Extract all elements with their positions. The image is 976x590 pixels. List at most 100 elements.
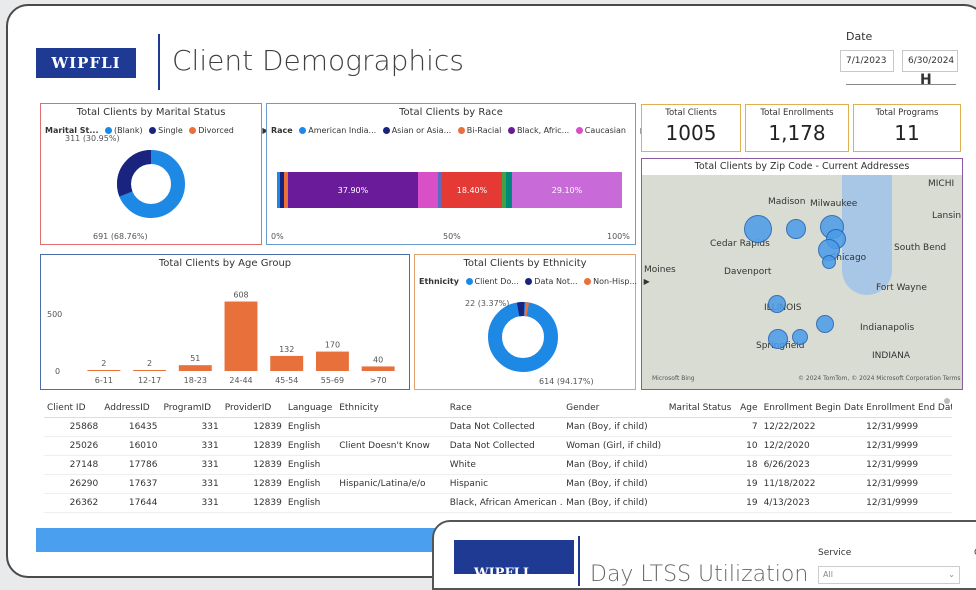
overlapping-report-window[interactable]: WIPFLI Day LTSS Utilization Service All ⌄… [432, 520, 976, 590]
page-title: Client Demographics [172, 44, 464, 77]
marital-status-panel: Total Clients by Marital Status Marital … [40, 103, 269, 245]
date-start-input[interactable]: 7/1/2023 [840, 50, 894, 72]
table-cell: 12839 [253, 479, 282, 489]
race-legend: Race American India... Asian or Asia... … [271, 126, 647, 135]
table-cell: 17644 [128, 498, 158, 508]
map-bubble[interactable] [816, 315, 834, 333]
table-row[interactable]: 25026 16010 331 12839 English Client Doesn't … [44, 437, 952, 456]
map-city-label: Milwaukee [810, 199, 858, 209]
legend-item[interactable]: American India... [308, 126, 376, 135]
column-header[interactable]: Ethnicity [336, 403, 447, 413]
marital-donut[interactable] [115, 148, 187, 220]
map-bubble[interactable] [768, 329, 788, 349]
race-bar-segment[interactable]: 37.90% [288, 172, 418, 208]
map-bubble[interactable] [822, 255, 836, 269]
legend-item[interactable]: Non-Hisp... [593, 277, 637, 286]
legend-item[interactable]: Client Do... [475, 277, 519, 286]
legend-item[interactable]: Asian or Asia... [392, 126, 452, 135]
age-bar[interactable] [224, 301, 258, 371]
race-bar-segment[interactable]: 29.10% [512, 172, 622, 208]
y-axis-tick: 500 [47, 310, 63, 319]
overlay-logo: WIPFLI [474, 566, 529, 581]
ethnicity-panel: Total Clients by Ethnicity Ethnicity Cli… [414, 254, 650, 390]
donut-label-bottom: 614 (94.17%) [539, 377, 594, 386]
map-bubble[interactable] [768, 295, 786, 313]
table-body: 25868 16435 331 12839 English Data Not Collec… [44, 418, 952, 513]
age-bar[interactable] [133, 370, 167, 371]
table-cell: 331 [201, 422, 219, 432]
table-row[interactable]: 26362 17644 331 12839 English Black, African … [44, 494, 952, 513]
zip-code-map[interactable]: Total Clients by Zip Code - Current Addr… [641, 158, 963, 390]
age-category-label: >70 [370, 376, 387, 385]
column-header[interactable]: Race [447, 403, 563, 413]
age-bar[interactable] [87, 370, 121, 371]
table-cell: Black, African American ... [449, 498, 564, 508]
donut-label-top: 311 (30.95%) [65, 134, 120, 143]
date-slider-track[interactable] [846, 84, 956, 85]
race-stacked-bar[interactable]: 37.90% 18.40% 29.10% [277, 172, 622, 208]
race-bar-segment[interactable] [418, 172, 438, 208]
race-axis-tick: 0% [271, 232, 284, 241]
table-row[interactable]: 25868 16435 331 12839 English Data Not Collec… [44, 418, 952, 437]
table-cell: 12839 [253, 498, 282, 508]
map-city-label: Lansin [932, 211, 962, 221]
map-bubble[interactable] [786, 219, 806, 239]
age-bar[interactable] [315, 351, 349, 371]
age-group-chart[interactable]: 2 6-11 2 12-17 51 18-23 608 24-44 132 45-54 170 55-… [81, 279, 401, 389]
legend-item[interactable]: Data Not... [534, 277, 577, 286]
y-axis-tick: 0 [55, 367, 61, 376]
table-cell: 17637 [128, 479, 158, 489]
map-city-label: Fort Wayne [876, 283, 927, 293]
table-row[interactable]: 27148 17786 331 12839 English White Man (Boy, … [44, 456, 952, 475]
map-city-label: Indianapolis [860, 323, 915, 333]
table-cell: English [287, 422, 321, 432]
age-bar[interactable] [270, 355, 304, 371]
ethnicity-donut[interactable] [485, 299, 561, 375]
table-cell: 12/22/2022 [763, 422, 816, 432]
race-title: Total Clients by Race [399, 107, 503, 118]
legend-item[interactable]: Caucasian [585, 126, 626, 135]
column-header[interactable]: Client ID [44, 403, 101, 413]
column-header[interactable]: Enrollment Begin Date [761, 403, 864, 413]
kpi-label: Total Programs [875, 108, 939, 118]
table-cell: 25868 [69, 422, 99, 432]
date-slider-handle[interactable]: H [920, 72, 932, 88]
table-cell: Hispanic [449, 479, 489, 489]
legend-item[interactable]: Bi-Racial [467, 126, 502, 135]
race-panel: Total Clients by Race Race American Indi… [266, 103, 647, 245]
column-header[interactable]: Age [737, 403, 761, 413]
age-bar[interactable] [361, 366, 395, 371]
column-header[interactable]: ProgramID [161, 403, 222, 413]
column-header[interactable]: ProviderID [222, 403, 285, 413]
age-bar[interactable] [178, 365, 212, 371]
date-end-input[interactable]: 6/30/2024 [902, 50, 958, 72]
legend-item[interactable]: Divorced [198, 126, 234, 135]
column-header[interactable]: AddressID [101, 403, 160, 413]
kpi-label: Total Enrollments [760, 108, 834, 118]
service-dropdown[interactable]: All ⌄ [818, 566, 960, 584]
table-cell: 11/18/2022 [763, 479, 816, 489]
legend-item[interactable]: Black, Afric... [517, 126, 569, 135]
kpi-value: 1005 [665, 121, 717, 145]
map-city-label: Madison [768, 197, 806, 207]
legend-dot-icon [507, 127, 515, 134]
race-bar-segment[interactable]: 18.40% [442, 172, 502, 208]
column-header[interactable]: Language [285, 403, 336, 413]
map-bubble[interactable] [744, 215, 772, 243]
table-cell: 19 [746, 498, 758, 508]
map-attribution[interactable]: © 2024 TomTom, © 2024 Microsoft Corporat… [798, 375, 961, 382]
table-row[interactable]: 26290 17637 331 12839 English Hispanic/Latina… [44, 475, 952, 494]
age-bar-data-label: 51 [190, 354, 200, 363]
age-category-label: 55-69 [321, 376, 344, 385]
column-header[interactable]: Marital Status [666, 403, 737, 413]
legend-dot-icon [149, 127, 157, 134]
column-header[interactable]: Gender [563, 403, 666, 413]
table-scrollbar[interactable] [944, 398, 950, 404]
table-cell: 6/26/2023 [763, 460, 810, 470]
legend-item[interactable]: Single [158, 126, 183, 135]
map-city-label: INDIANA [872, 351, 911, 361]
legend-next-icon[interactable]: ▶ [644, 277, 650, 286]
column-header[interactable]: Enrollment End Date [863, 403, 952, 413]
map-bing-logo: Microsoft Bing [652, 375, 695, 382]
map-bubble[interactable] [792, 329, 808, 345]
